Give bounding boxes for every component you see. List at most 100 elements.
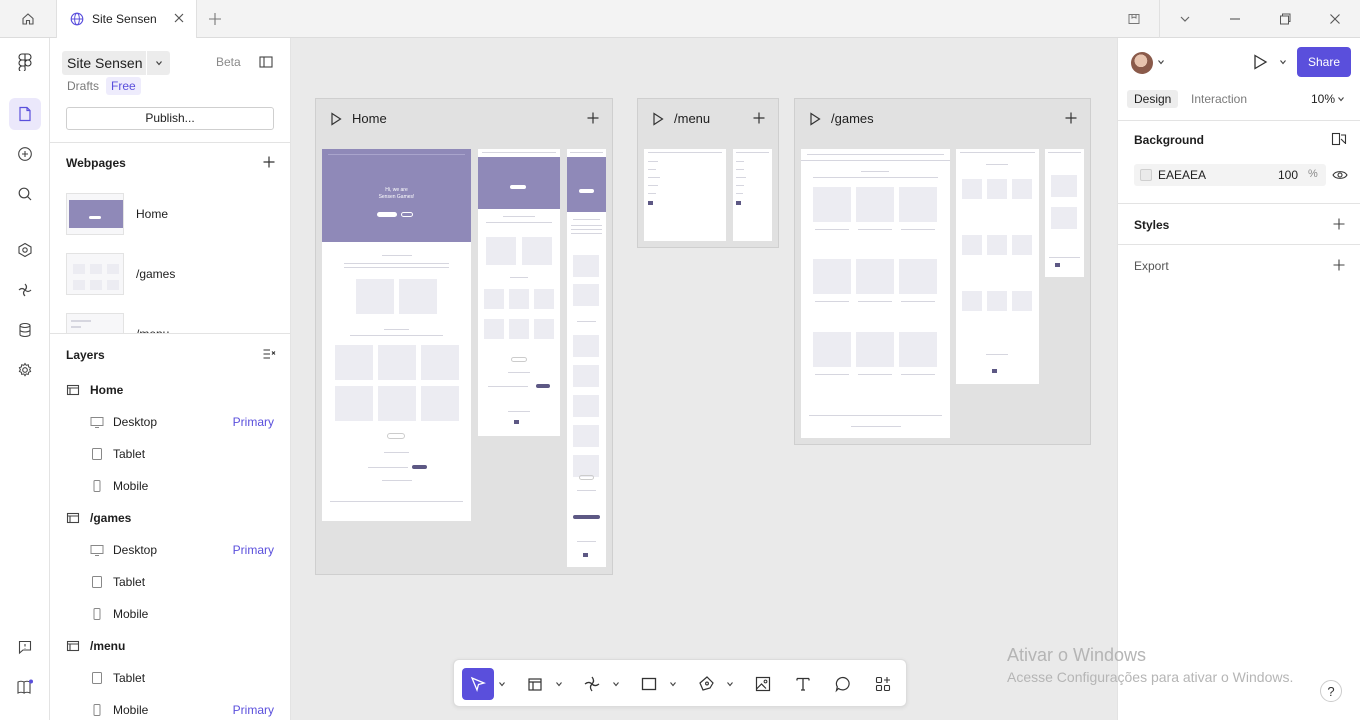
home-tablet-frame[interactable] [478, 149, 560, 436]
layer-item-games-tablet[interactable]: Tablet [90, 572, 280, 592]
webpage-item-games[interactable]: /games [66, 253, 276, 297]
layer-item-games-desktop[interactable]: Desktop Primary [90, 540, 280, 560]
rectangle-icon [641, 677, 657, 691]
eye-icon[interactable] [1332, 168, 1348, 182]
tab-interaction[interactable]: Interaction [1191, 92, 1247, 106]
library-button[interactable] [1110, 0, 1158, 38]
add-webpage-icon[interactable] [262, 155, 276, 169]
menu-tablet-frame[interactable] [644, 149, 726, 241]
project-menu-button[interactable] [146, 51, 170, 75]
project-location[interactable]: Drafts [67, 79, 99, 93]
select-tool[interactable] [462, 668, 494, 700]
layer-item-home-mobile[interactable]: Mobile [90, 476, 280, 496]
webpage-item-home[interactable]: Home [66, 193, 276, 237]
hero-line-2: Sensen Games! [378, 194, 415, 200]
minimize-button[interactable] [1211, 0, 1259, 38]
frame-group-menu[interactable]: /menu [637, 98, 779, 248]
menu-mobile-frame[interactable] [733, 149, 772, 241]
rail-assets-button[interactable] [9, 234, 41, 266]
color-swatch[interactable] [1140, 169, 1152, 181]
rail-data-button[interactable] [9, 314, 41, 346]
sidebar-toggle-icon[interactable] [259, 55, 273, 69]
games-mobile-frame[interactable] [1045, 149, 1084, 277]
home-desktop-frame[interactable]: Hi, we are Sensen Games! [322, 149, 471, 521]
apps-tool[interactable] [867, 668, 899, 700]
layer-item-menu-tablet[interactable]: Tablet [90, 668, 280, 688]
new-tab-icon[interactable] [206, 10, 224, 28]
rail-settings-button[interactable] [9, 354, 41, 386]
tablet-icon [92, 448, 102, 460]
share-button[interactable]: Share [1297, 47, 1351, 77]
add-breakpoint-icon[interactable] [1064, 111, 1078, 125]
chevron-down-icon[interactable] [1337, 95, 1345, 103]
layer-item-home-tablet[interactable]: Tablet [90, 444, 280, 464]
rail-search-button[interactable] [9, 178, 41, 210]
layer-item-games-mobile[interactable]: Mobile [90, 604, 280, 624]
beta-badge: Beta [216, 55, 241, 69]
restore-button[interactable] [1261, 0, 1309, 38]
rectangle-tool[interactable] [633, 668, 665, 700]
comment-tool[interactable] [827, 668, 859, 700]
games-tablet-frame[interactable] [956, 149, 1039, 384]
close-icon[interactable] [172, 11, 186, 25]
close-window-button[interactable] [1311, 0, 1359, 38]
background-hex[interactable]: EAEAEA [1158, 168, 1206, 182]
project-name[interactable]: Site Sensen [62, 51, 148, 75]
help-button[interactable]: ? [1320, 680, 1342, 702]
frame-tool[interactable] [519, 668, 551, 700]
chevron-down-icon[interactable] [669, 680, 677, 688]
add-breakpoint-icon[interactable] [586, 111, 600, 125]
background-settings-icon[interactable] [1331, 132, 1347, 146]
avatar[interactable] [1131, 52, 1153, 74]
play-icon[interactable] [809, 112, 821, 126]
chevron-down-icon[interactable] [555, 680, 563, 688]
pen-tool[interactable] [690, 668, 722, 700]
plan-badge[interactable]: Free [106, 77, 141, 95]
home-button[interactable] [0, 0, 57, 38]
image-tool[interactable] [747, 668, 779, 700]
background-opacity[interactable]: 100 [1278, 168, 1298, 182]
games-desktop-frame[interactable] [801, 149, 950, 438]
home-icon [22, 13, 34, 25]
layer-page-games[interactable]: /games [66, 508, 131, 528]
publish-button[interactable]: Publish... [66, 107, 274, 130]
rail-pages-button[interactable] [9, 98, 41, 130]
add-export-icon[interactable] [1332, 258, 1346, 272]
layer-item-menu-mobile[interactable]: Mobile Primary [90, 700, 280, 720]
layer-item-home-desktop[interactable]: Desktop Primary [90, 412, 280, 432]
more-button[interactable] [1161, 0, 1209, 38]
play-icon[interactable] [1251, 53, 1269, 71]
play-icon[interactable] [652, 112, 664, 126]
tab-design[interactable]: Design [1127, 90, 1179, 108]
chevron-down-icon[interactable] [1279, 58, 1287, 66]
add-breakpoint-icon[interactable] [752, 111, 766, 125]
layer-page-home[interactable]: Home [66, 380, 123, 400]
rail-plugins-button[interactable] [9, 274, 41, 306]
background-color-row[interactable]: EAEAEA 100 % [1134, 164, 1326, 186]
rail-feedback-button[interactable] [9, 631, 41, 663]
zoom-level[interactable]: 10% [1311, 92, 1335, 106]
chevron-down-icon[interactable] [612, 680, 620, 688]
component-tool[interactable] [576, 668, 608, 700]
rail-insert-button[interactable] [9, 138, 41, 170]
chevron-down-icon[interactable] [1157, 58, 1165, 66]
tab-title: Site Sensen [92, 12, 157, 26]
frame-group-games[interactable]: /games [794, 98, 1091, 445]
frame-group-home[interactable]: Home Hi, we are Sensen Games! [315, 98, 613, 575]
rail-logo-button[interactable] [9, 46, 41, 78]
collapse-layers-icon[interactable] [262, 347, 276, 361]
add-style-icon[interactable] [1332, 217, 1346, 231]
chevron-down-icon[interactable] [498, 680, 506, 688]
rail-learn-button[interactable] [9, 671, 41, 703]
tab-site-sensen[interactable]: Site Sensen [57, 0, 197, 38]
play-icon[interactable] [330, 112, 342, 126]
text-tool[interactable] [787, 668, 819, 700]
home-mobile-frame[interactable] [567, 149, 606, 567]
canvas[interactable]: Home Hi, we are Sensen Games! /menu /gam… [291, 38, 1117, 720]
book-icon [17, 679, 33, 694]
layer-page-menu[interactable]: /menu [66, 636, 125, 656]
percent-unit: % [1308, 168, 1318, 180]
hero-section-tablet [478, 157, 560, 209]
layers-panel: Layers Home Desktop Primary Tablet Mobil… [50, 334, 290, 720]
chevron-down-icon[interactable] [726, 680, 734, 688]
